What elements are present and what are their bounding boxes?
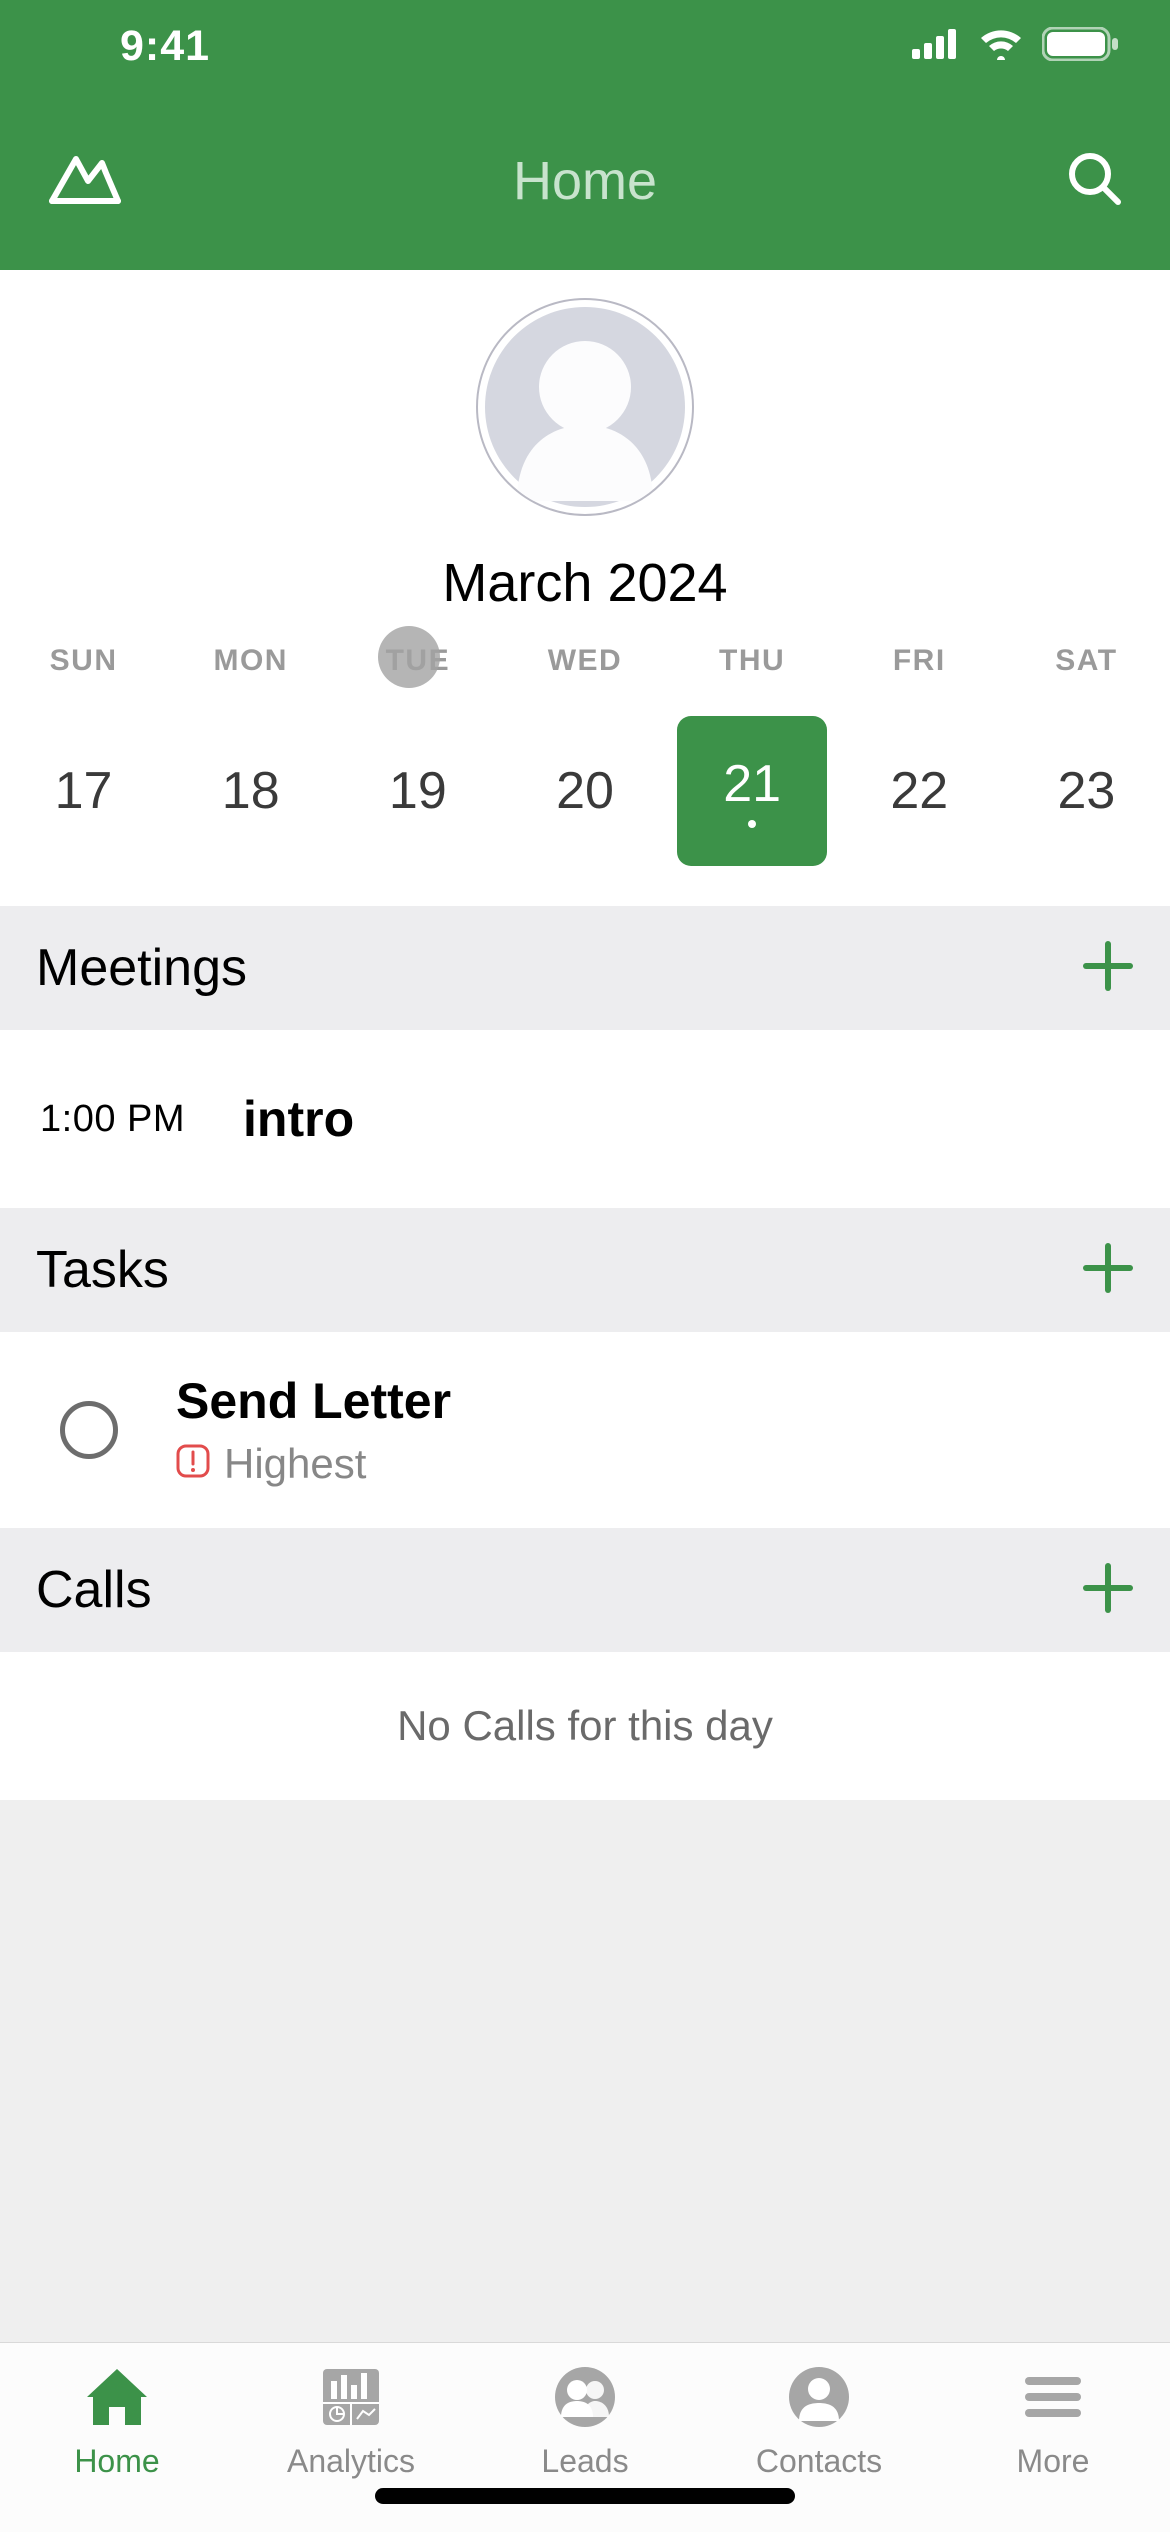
tab-label: Home [74, 2443, 159, 2480]
home-icon [81, 2365, 153, 2429]
section-title: Calls [36, 1560, 152, 1620]
calls-section-header: Calls [0, 1528, 1170, 1652]
task-content: Send Letter Highest [176, 1372, 451, 1488]
weekday-header-row: SUN MON TUE WED THU FRI SAT [0, 636, 1170, 682]
weekday-head: WED [501, 636, 668, 682]
event-dot-icon [748, 820, 756, 828]
analytics-icon [315, 2365, 387, 2429]
meeting-item[interactable]: 1:00 PM intro [0, 1030, 1170, 1208]
status-icons [912, 27, 1120, 66]
tab-analytics[interactable]: Analytics [234, 2365, 468, 2480]
tab-home[interactable]: Home [0, 2365, 234, 2480]
home-indicator[interactable] [375, 2488, 795, 2504]
weekday-head: SUN [0, 636, 167, 682]
calls-empty-state: No Calls for this day [0, 1652, 1170, 1800]
calendar-day-selected[interactable]: 21 [669, 682, 836, 906]
search-icon [1066, 150, 1124, 208]
task-checkbox[interactable] [60, 1401, 118, 1459]
app-header: Home [0, 92, 1170, 270]
task-title: Send Letter [176, 1372, 451, 1430]
status-bar: 9:41 [0, 0, 1170, 92]
section-title: Meetings [36, 938, 247, 998]
calendar-day[interactable]: 20 [501, 682, 668, 906]
calendar-day[interactable]: 17 [0, 682, 167, 906]
weekday-head: SAT [1003, 636, 1170, 682]
plus-icon [1082, 1242, 1134, 1294]
plus-icon [1082, 1562, 1134, 1614]
calendar-day[interactable]: 23 [1003, 682, 1170, 906]
profile-section: March 2024 SUN MON TUE WED THU FRI SAT 1… [0, 270, 1170, 906]
page-title: Home [0, 150, 1170, 212]
meetings-section-header: Meetings [0, 906, 1170, 1030]
section-title: Tasks [36, 1240, 169, 1300]
avatar[interactable] [476, 298, 694, 516]
meeting-title: intro [243, 1090, 354, 1148]
calendar-day[interactable]: 18 [167, 682, 334, 906]
avatar-placeholder-icon [485, 307, 685, 507]
tab-label: Contacts [756, 2443, 882, 2480]
weekday-head: FRI [836, 636, 1003, 682]
task-priority: Highest [176, 1440, 451, 1488]
weekday-head: MON [167, 636, 334, 682]
tab-label: More [1017, 2443, 1090, 2480]
battery-icon [1042, 27, 1120, 66]
zia-logo-icon[interactable] [46, 151, 124, 212]
priority-alert-icon [176, 1440, 210, 1488]
add-task-button[interactable] [1082, 1242, 1134, 1299]
calendar-day[interactable]: 19 [334, 682, 501, 906]
cellular-icon [912, 29, 960, 64]
weekday-head: THU [669, 636, 836, 682]
week-days-row: 17 18 19 20 21 22 23 [0, 682, 1170, 906]
meeting-time: 1:00 PM [40, 1098, 185, 1141]
tasks-section-header: Tasks [0, 1208, 1170, 1332]
month-label[interactable]: March 2024 [442, 552, 727, 614]
tab-more[interactable]: More [936, 2365, 1170, 2480]
calendar-day[interactable]: 22 [836, 682, 1003, 906]
wifi-icon [978, 28, 1024, 65]
add-meeting-button[interactable] [1082, 940, 1134, 997]
spacer [0, 1800, 1170, 2342]
task-item[interactable]: Send Letter Highest [0, 1332, 1170, 1528]
weekday-head: TUE [334, 636, 501, 682]
plus-icon [1082, 940, 1134, 992]
tab-label: Leads [541, 2443, 628, 2480]
search-button[interactable] [1066, 150, 1124, 213]
menu-icon [1017, 2365, 1089, 2429]
add-call-button[interactable] [1082, 1562, 1134, 1619]
tab-contacts[interactable]: Contacts [702, 2365, 936, 2480]
status-time: 9:41 [120, 22, 210, 71]
touch-overlay-icon [378, 626, 440, 688]
people-icon [549, 2365, 621, 2429]
task-priority-label: Highest [224, 1440, 366, 1488]
person-icon [783, 2365, 855, 2429]
tab-label: Analytics [287, 2443, 415, 2480]
tab-leads[interactable]: Leads [468, 2365, 702, 2480]
